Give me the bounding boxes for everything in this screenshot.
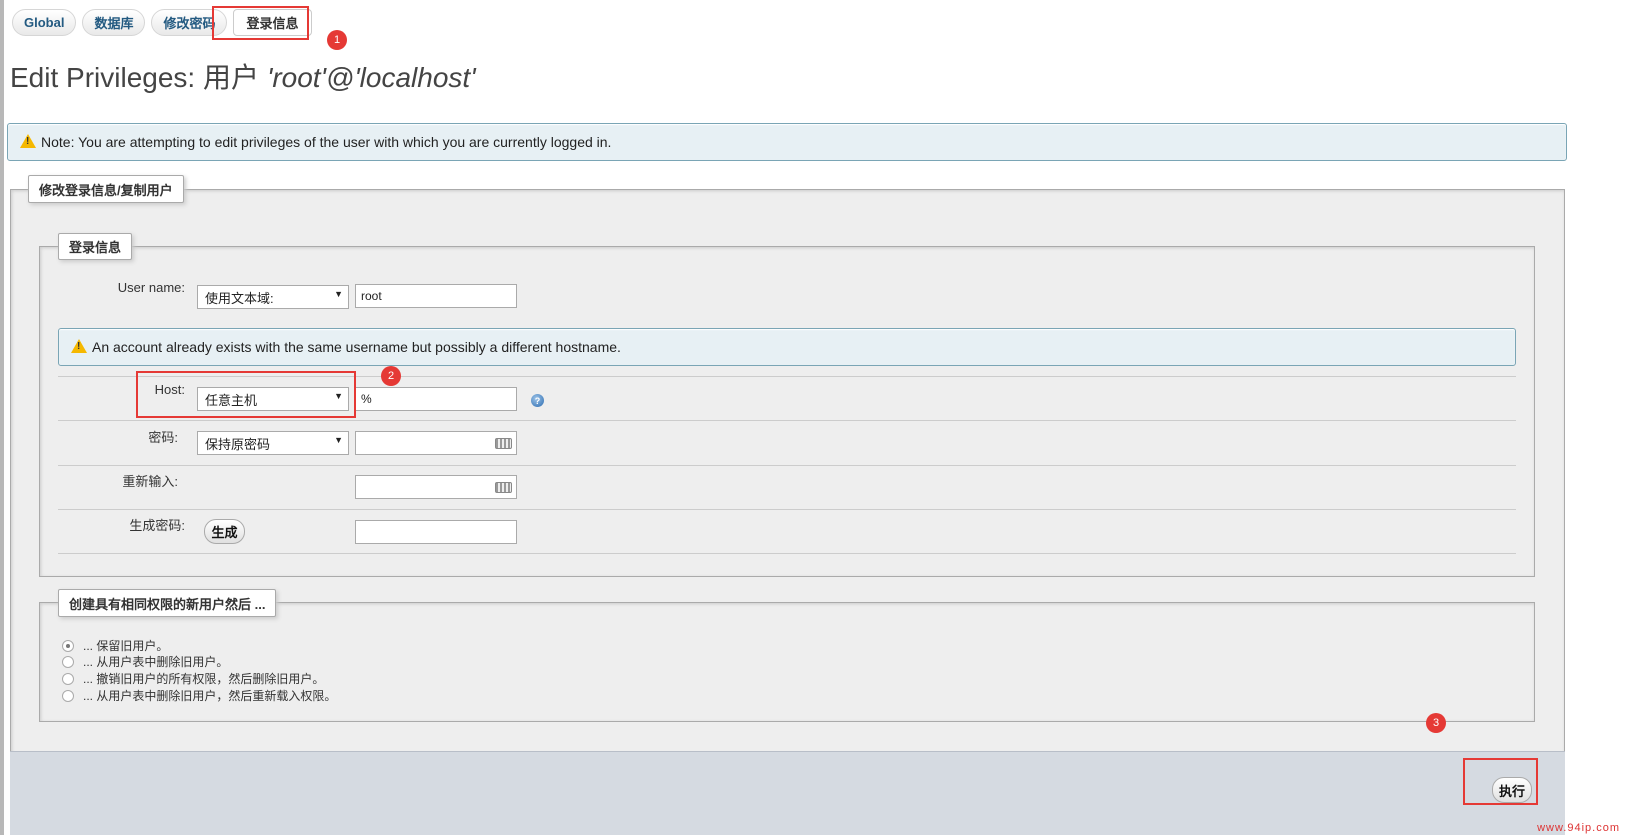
- radio-delete-and-reload[interactable]: ... 从用户表中删除旧用户，然后重新载入权限。: [62, 687, 336, 704]
- warning-icon: [71, 339, 87, 353]
- row-divider: [58, 553, 1516, 554]
- window-edge: [0, 0, 4, 835]
- retype-password-input[interactable]: [355, 475, 517, 499]
- change-login-legend: 修改登录信息/复制用户: [28, 175, 184, 203]
- chevron-down-icon: ▼: [334, 391, 343, 401]
- host-select[interactable]: 任意主机 ▼: [197, 387, 349, 411]
- generate-password-label: 生成密码:: [129, 518, 185, 533]
- privilege-tabs: Global 数据库 修改密码 登录信息: [12, 9, 312, 36]
- radio-keep-old-user[interactable]: ... 保留旧用户。: [62, 637, 168, 654]
- radio-label: ... 从用户表中删除旧用户，然后重新载入权限。: [83, 689, 337, 703]
- annotation-badge-2: 2: [381, 366, 401, 386]
- help-icon[interactable]: ?: [531, 394, 544, 407]
- radio-label: ... 从用户表中删除旧用户。: [83, 655, 229, 669]
- username-type-select[interactable]: 使用文本域: ▼: [197, 285, 349, 309]
- host-input[interactable]: %: [355, 387, 517, 411]
- radio-button[interactable]: [62, 639, 74, 652]
- row-divider: [58, 509, 1516, 510]
- radio-button[interactable]: [62, 655, 74, 668]
- host-select-value: 任意主机: [205, 392, 258, 408]
- notice-text: Note: You are attempting to edit privile…: [41, 134, 612, 150]
- tab-global[interactable]: Global: [12, 9, 77, 36]
- generate-password-button[interactable]: 生成: [204, 519, 245, 544]
- keyboard-icon[interactable]: [495, 438, 512, 449]
- tab-change-password[interactable]: 修改密码: [151, 9, 228, 36]
- logged-in-notice: Note: You are attempting to edit privile…: [7, 123, 1567, 161]
- radio-label: ... 撤销旧用户的所有权限，然后删除旧用户。: [83, 672, 325, 686]
- password-label: 密码:: [148, 430, 178, 445]
- go-button[interactable]: 执行: [1492, 777, 1532, 803]
- annotation-badge-1: 1: [327, 30, 347, 50]
- username-input[interactable]: root: [355, 284, 517, 308]
- radio-button[interactable]: [62, 672, 74, 685]
- password-input[interactable]: [355, 431, 517, 455]
- login-info-legend: 登录信息: [58, 233, 133, 260]
- radio-button[interactable]: [62, 689, 74, 702]
- chevron-down-icon: ▼: [334, 289, 343, 299]
- watermark: www.94ip.com: [1537, 822, 1620, 834]
- generated-password-input[interactable]: [355, 520, 517, 544]
- radio-delete-old-user[interactable]: ... 从用户表中删除旧用户。: [62, 653, 228, 670]
- chevron-down-icon: ▼: [334, 435, 343, 445]
- warning-icon: [20, 134, 36, 148]
- username-label: User name:: [117, 280, 185, 295]
- row-divider: [58, 465, 1516, 466]
- radio-label: ... 保留旧用户。: [83, 639, 169, 653]
- radio-revoke-and-delete[interactable]: ... 撤销旧用户的所有权限，然后删除旧用户。: [62, 670, 324, 687]
- annotation-badge-3: 3: [1426, 713, 1446, 733]
- tab-login-info[interactable]: 登录信息: [233, 9, 312, 36]
- copy-user-legend: 创建具有相同权限的新用户然后 ...: [58, 589, 277, 617]
- page-title: Edit Privileges: 用户'root'@'localhost': [10, 56, 476, 96]
- page-title-user: 'root'@'localhost': [266, 62, 476, 93]
- copy-user-fieldset: [39, 602, 1535, 722]
- row-divider: [58, 376, 1516, 377]
- page-title-prefix: Edit Privileges: 用户: [10, 62, 259, 93]
- password-mode-value: 保持原密码: [205, 436, 271, 452]
- retype-label: 重新输入:: [122, 474, 178, 489]
- form-footer: [10, 751, 1565, 835]
- keyboard-icon[interactable]: [495, 482, 512, 493]
- password-mode-select[interactable]: 保持原密码 ▼: [197, 431, 349, 455]
- username-type-value: 使用文本域:: [205, 290, 274, 306]
- host-label: Host:: [154, 382, 185, 397]
- row-divider: [58, 420, 1516, 421]
- tab-database[interactable]: 数据库: [82, 9, 146, 36]
- account-exists-text: An account already exists with the same …: [92, 339, 621, 355]
- account-exists-notice: An account already exists with the same …: [58, 328, 1516, 366]
